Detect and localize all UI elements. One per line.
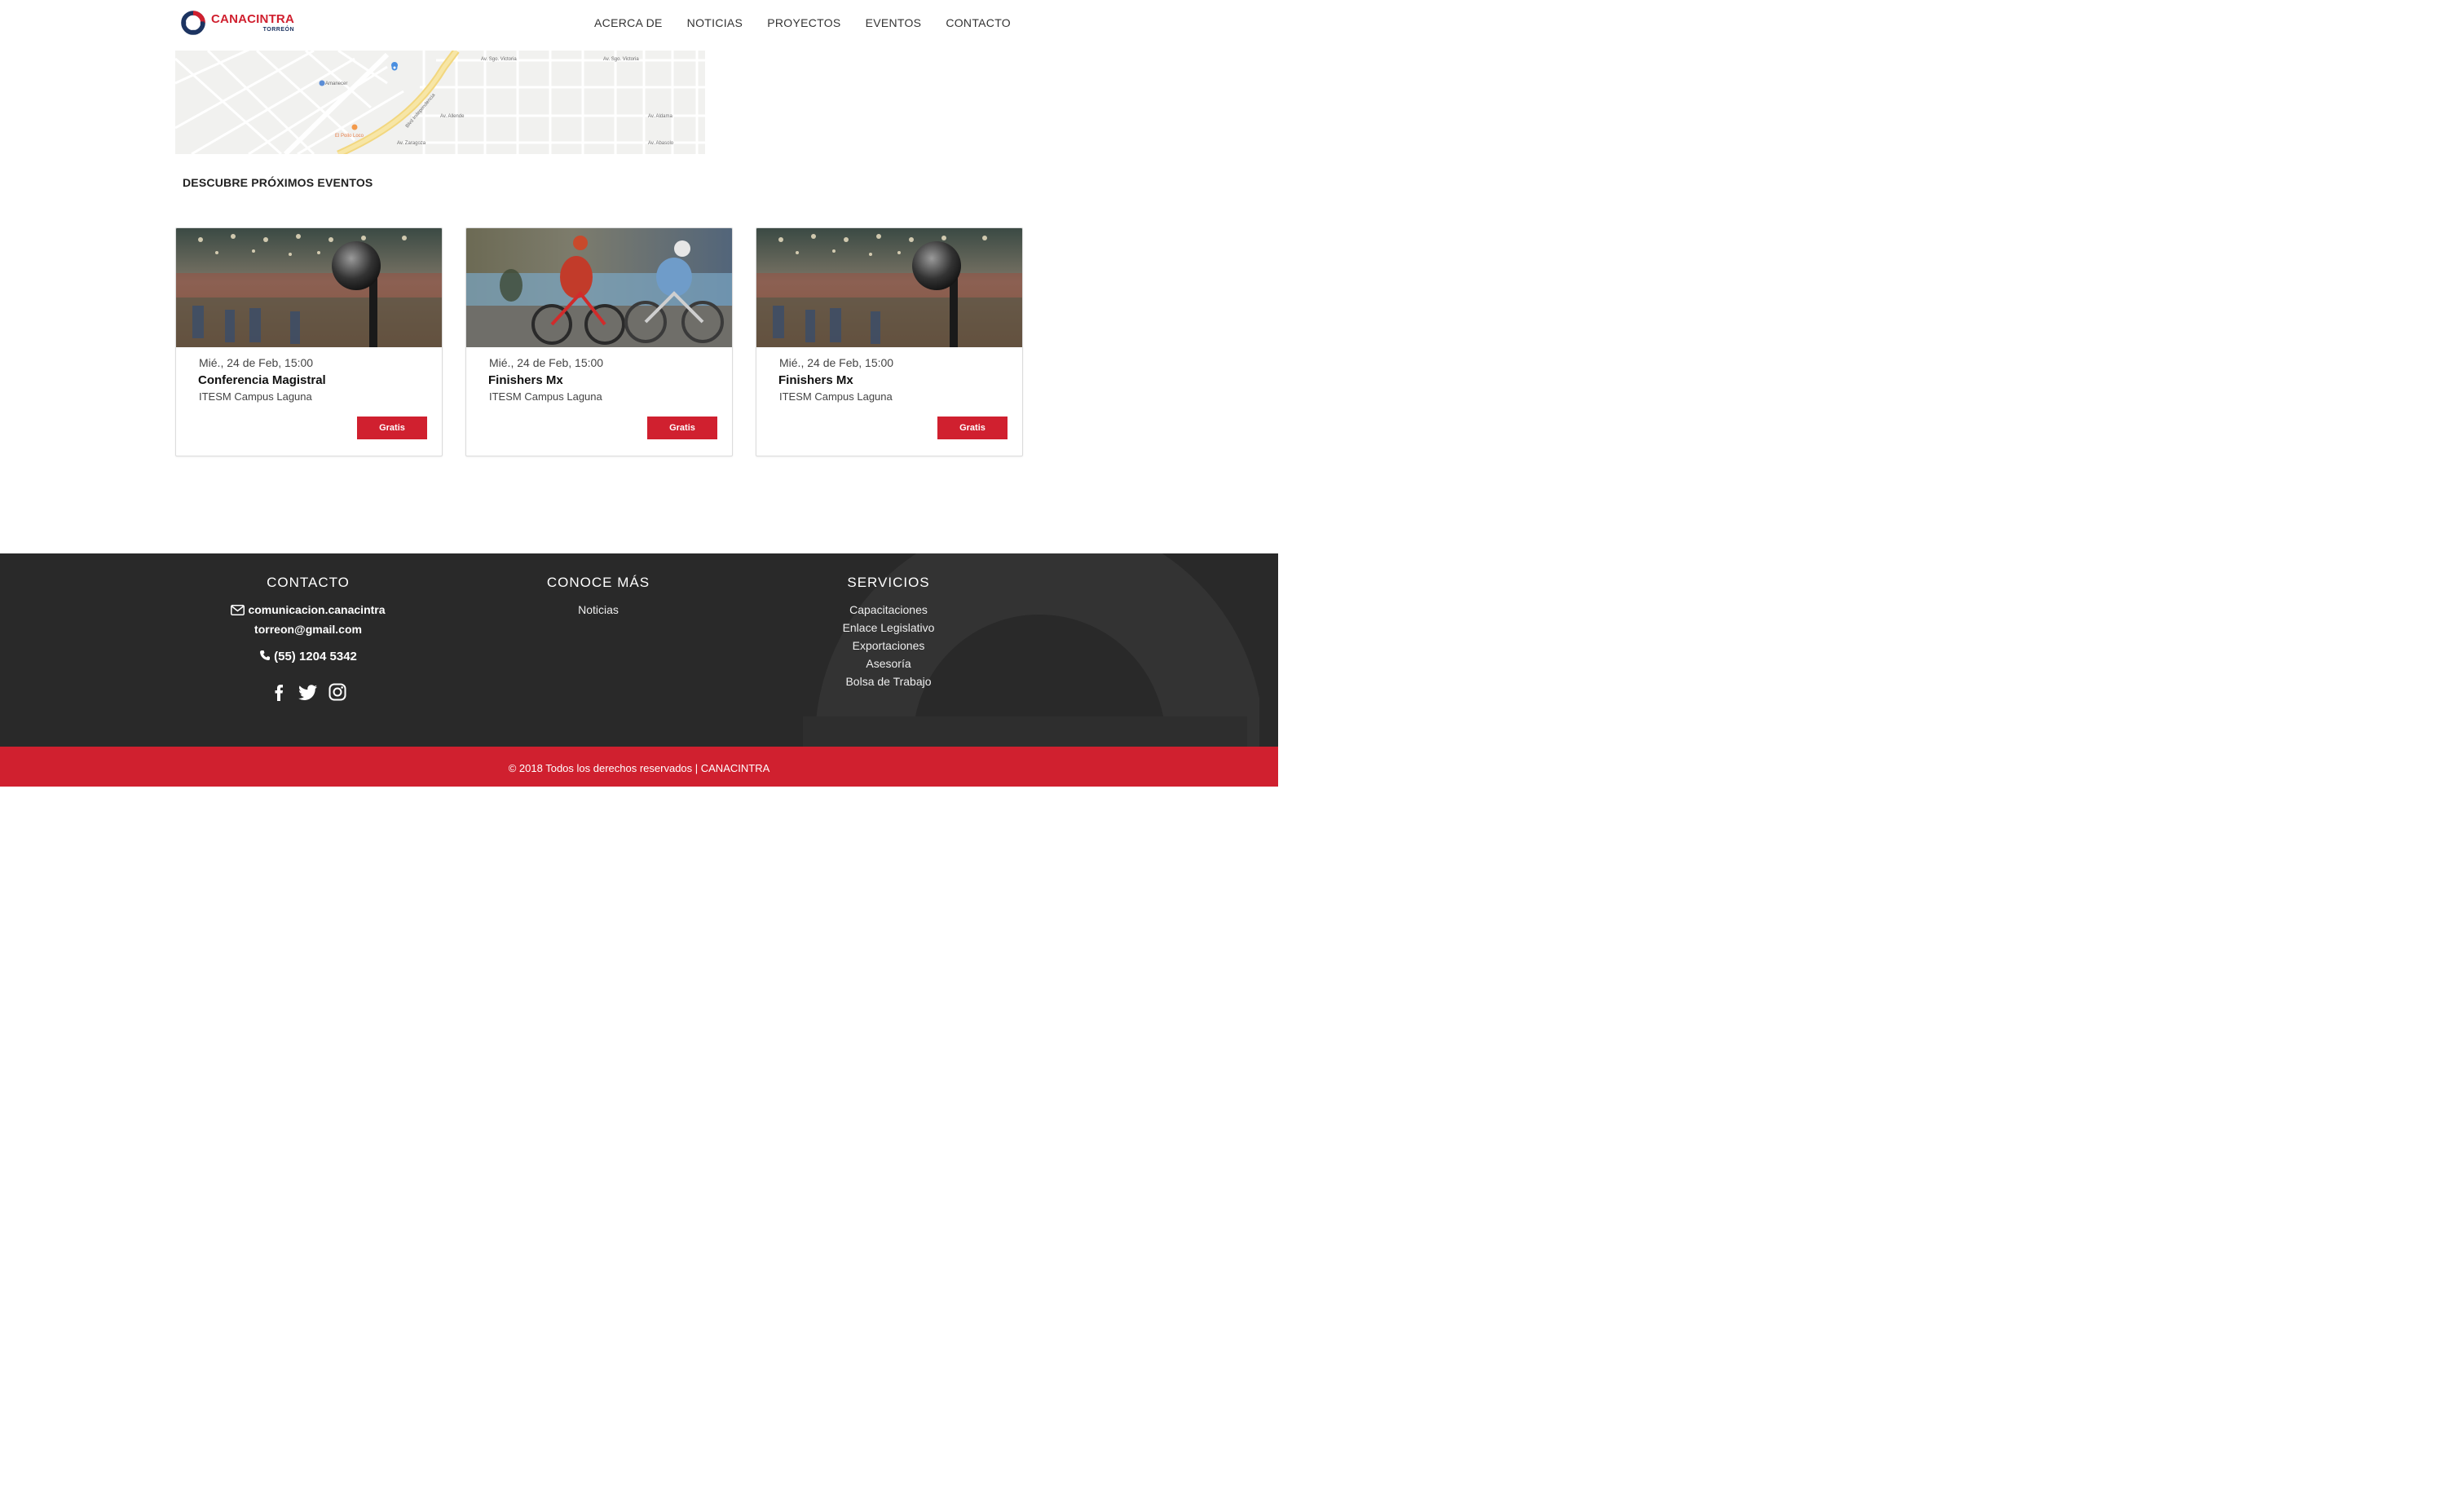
footer-services: SERVICIOS Capacitaciones Enlace Legislat… — [783, 575, 994, 690]
footer-link-bolsa-de-trabajo[interactable]: Bolsa de Trabajo — [783, 672, 994, 690]
event-date: Mié., 24 de Feb, 15:00 — [199, 356, 314, 369]
nav-acerca-de[interactable]: ACERCA DE — [594, 16, 663, 29]
copyright-bar: © 2018 Todos los derechos reservados | C… — [0, 747, 1278, 787]
footer-link-enlace-legislativo[interactable]: Enlace Legislativo — [783, 619, 994, 637]
map-marker-pollo-icon[interactable] — [351, 124, 358, 130]
footer-contact-heading: CONTACTO — [267, 575, 350, 590]
conference-microphone-image — [176, 228, 442, 347]
site-footer: CONTACTO comunicacion.canacintra torreon… — [0, 553, 1278, 747]
canacintra-logo[interactable]: CANACINTRA TORREÓN — [180, 7, 294, 39]
event-venue: ITESM Campus Laguna — [489, 390, 602, 403]
main-nav: ACERCA DE NOTICIAS PROYECTOS EVENTOS CON… — [594, 16, 1011, 29]
footer-services-heading: SERVICIOS — [847, 575, 930, 590]
event-title[interactable]: Finishers Mx — [778, 373, 853, 387]
contact-phone[interactable]: (55) 1204 5342 — [202, 650, 414, 664]
social-links — [202, 682, 414, 702]
event-price-button[interactable]: Gratis — [357, 417, 427, 439]
footer-more-heading: CONOCE MÁS — [546, 575, 650, 590]
nav-eventos[interactable]: EVENTOS — [866, 16, 922, 29]
canacintra-logo-icon — [181, 11, 205, 35]
event-date: Mié., 24 de Feb, 15:00 — [489, 356, 604, 369]
event-card[interactable]: Mié., 24 de Feb, 15:00 Conferencia Magis… — [175, 227, 443, 456]
event-price-button[interactable]: Gratis — [647, 417, 717, 439]
cyclists-image — [466, 228, 732, 347]
event-card[interactable]: Mié., 24 de Feb, 15:00 Finishers Mx ITES… — [465, 227, 733, 456]
event-card[interactable]: Mié., 24 de Feb, 15:00 Finishers Mx ITES… — [756, 227, 1023, 456]
map-label-pollo: El Pollo Loco — [335, 134, 364, 139]
map-label-sgo-2: Av. Sgo. Victoria — [603, 57, 639, 62]
map-label-amanecer: Amanecer — [325, 82, 347, 86]
map-label-zaragoza: Av. Zaragoza — [397, 141, 426, 146]
instagram-icon[interactable] — [328, 682, 347, 702]
event-title[interactable]: Finishers Mx — [488, 373, 563, 387]
nav-contacto[interactable]: CONTACTO — [946, 16, 1011, 29]
contact-phone-number: (55) 1204 5342 — [274, 650, 357, 663]
footer-link-noticias[interactable]: Noticias — [492, 601, 704, 619]
logo-name: CANACINTRA — [211, 12, 294, 26]
map-label-allende: Av. Allende — [440, 114, 465, 119]
event-venue: ITESM Campus Laguna — [199, 390, 312, 403]
map-label-aldama: Av. Aldama — [648, 114, 672, 119]
event-price-button[interactable]: Gratis — [937, 417, 1008, 439]
footer-more: CONOCE MÁS Noticias — [492, 575, 704, 619]
section-title: DESCUBRE PRÓXIMOS EVENTOS — [183, 176, 373, 189]
conference-microphone-image — [756, 228, 1022, 347]
location-map[interactable]: Amanecer El Pollo Loco Blvd Independenci… — [175, 51, 705, 154]
facebook-icon[interactable] — [269, 682, 289, 702]
site-header: CANACINTRA TORREÓN ACERCA DE NOTICIAS PR… — [0, 0, 1278, 51]
footer-link-capacitaciones[interactable]: Capacitaciones — [783, 601, 994, 619]
contact-email-line1: comunicacion.canacintra — [248, 603, 386, 616]
phone-icon — [259, 650, 271, 664]
envelope-icon — [231, 602, 245, 620]
footer-link-exportaciones[interactable]: Exportaciones — [783, 637, 994, 655]
event-venue: ITESM Campus Laguna — [779, 390, 893, 403]
event-title[interactable]: Conferencia Magistral — [198, 373, 326, 387]
contact-email[interactable]: comunicacion.canacintra torreon@gmail.co… — [202, 601, 414, 638]
logo-subtitle: TORREÓN — [262, 27, 294, 33]
nav-noticias[interactable]: NOTICIAS — [687, 16, 743, 29]
footer-link-asesoria[interactable]: Asesoría — [783, 655, 994, 672]
nav-proyectos[interactable]: PROYECTOS — [767, 16, 840, 29]
twitter-icon[interactable] — [298, 682, 318, 702]
contact-email-line2: torreon@gmail.com — [254, 623, 362, 636]
event-date: Mié., 24 de Feb, 15:00 — [779, 356, 894, 369]
map-label-abasolo: Av. Abasolo — [648, 141, 674, 146]
footer-contact: CONTACTO comunicacion.canacintra torreon… — [202, 575, 414, 702]
map-label-sgo: Av. Sgo. Victoria — [481, 57, 517, 62]
map-marker-amanecer-icon[interactable] — [319, 80, 325, 86]
